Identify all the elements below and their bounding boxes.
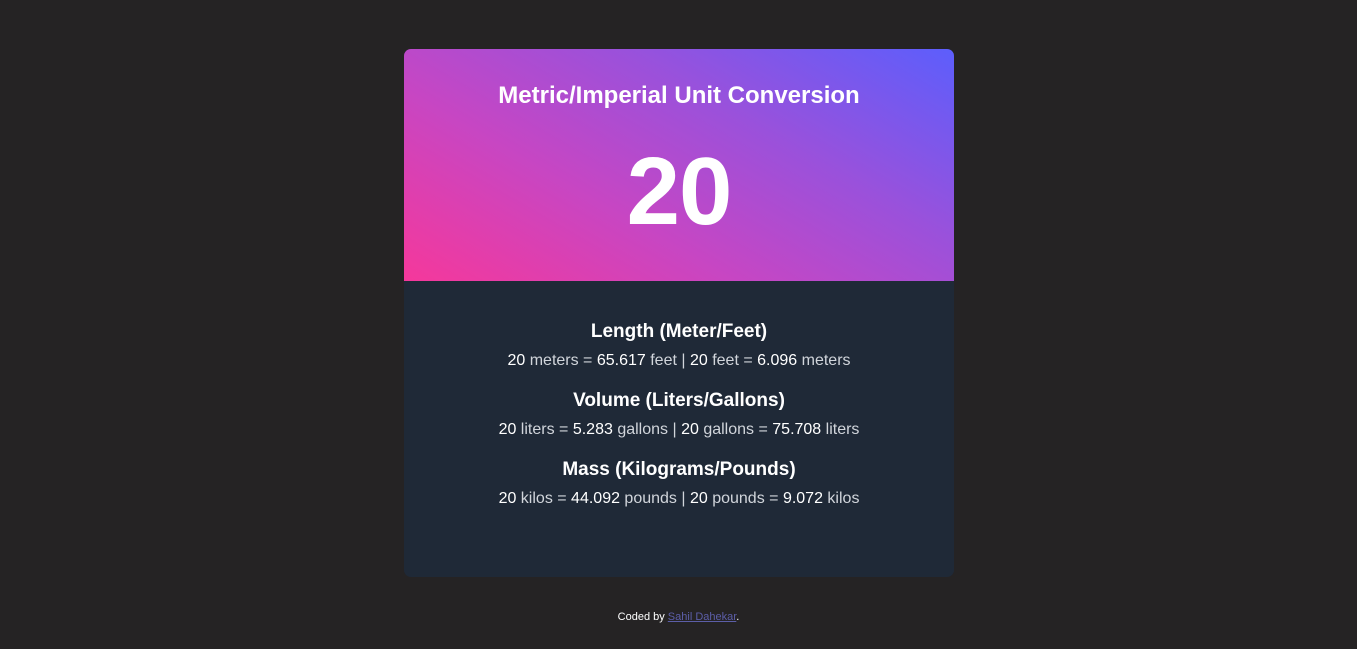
volume-result: 20 liters = 5.283 gallons | 20 gallons =… (404, 420, 954, 440)
result-number: 75.708 (772, 421, 822, 438)
result-number: 20 (689, 352, 708, 369)
result-text: feet = (707, 352, 758, 369)
result-text: kilos (822, 490, 860, 507)
result-number: 5.283 (572, 421, 613, 438)
result-text: kilos = (516, 490, 572, 507)
result-text: liters (821, 421, 860, 438)
author-link[interactable]: Sahil Dahekar (668, 611, 737, 623)
result-number: 44.092 (571, 490, 620, 507)
result-number: 65.617 (596, 352, 646, 369)
footer: Coded by Sahil Dahekar. (0, 611, 1357, 623)
result-text: meters (797, 352, 851, 369)
result-number: 9.072 (782, 490, 823, 507)
result-text: pounds = (707, 490, 783, 507)
result-text: gallons | (612, 421, 682, 438)
length-heading: Length (Meter/Feet) (590, 321, 768, 342)
length-section: Length (Meter/Feet) 20 meters = 65.617 f… (404, 321, 954, 371)
mass-section: Mass (Kilograms/Pounds) 20 kilos = 44.09… (404, 459, 954, 509)
page-title: Metric/Imperial Unit Conversion (498, 82, 860, 109)
result-text: liters = (516, 421, 573, 438)
result-text: meters = (525, 352, 597, 369)
result-text: pounds | (619, 490, 690, 507)
volume-section: Volume (Liters/Gallons) 20 liters = 5.28… (404, 390, 954, 440)
result-number: 20 (507, 352, 526, 369)
result-number: 20 (498, 490, 517, 507)
result-number: 20 (689, 490, 708, 507)
result-number: 20 (681, 421, 699, 438)
footer-prefix: Coded by (617, 611, 668, 623)
result-number: 6.096 (757, 352, 798, 369)
converter-card: Metric/Imperial Unit Conversion Length (… (404, 49, 954, 577)
mass-heading: Mass (Kilograms/Pounds) (562, 459, 796, 480)
result-text: gallons = (698, 421, 773, 438)
result-text: feet | (645, 352, 690, 369)
volume-heading: Volume (Liters/Gallons) (573, 390, 785, 411)
length-result: 20 meters = 65.617 feet | 20 feet = 6.09… (404, 351, 954, 371)
card-header: Metric/Imperial Unit Conversion (404, 49, 954, 281)
mass-result: 20 kilos = 44.092 pounds | 20 pounds = 9… (404, 489, 954, 509)
card-body: Length (Meter/Feet) 20 meters = 65.617 f… (404, 281, 954, 509)
footer-suffix: . (736, 611, 740, 623)
value-input[interactable] (479, 137, 879, 247)
result-number: 20 (498, 421, 517, 438)
